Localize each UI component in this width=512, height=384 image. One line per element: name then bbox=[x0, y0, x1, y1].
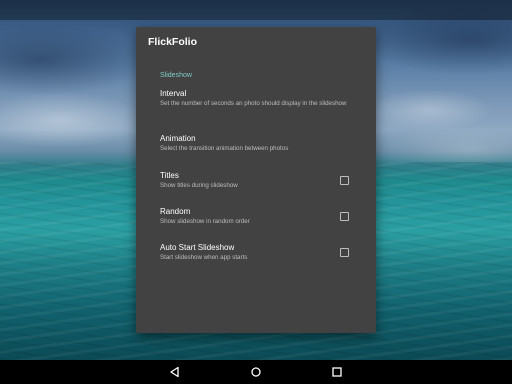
pref-auto-start-summary: Start slideshow when app starts bbox=[160, 253, 248, 261]
recents-icon[interactable] bbox=[329, 364, 345, 380]
pref-interval-title: Interval bbox=[160, 89, 187, 98]
settings-dialog: FlickFolio Slideshow Interval Set the nu… bbox=[136, 27, 376, 333]
home-icon[interactable] bbox=[248, 364, 264, 380]
pref-auto-start-title: Auto Start Slideshow bbox=[160, 243, 235, 252]
pref-titles-summary: Show titles during slideshow bbox=[160, 181, 238, 189]
pref-titles-title: Titles bbox=[160, 171, 179, 180]
pref-random-title: Random bbox=[160, 207, 191, 216]
pref-random-summary: Show slideshow in random order bbox=[160, 217, 250, 225]
auto-start-checkbox[interactable] bbox=[340, 248, 349, 257]
section-header-slideshow: Slideshow bbox=[160, 72, 192, 79]
titles-checkbox[interactable] bbox=[340, 176, 349, 185]
pref-interval[interactable]: Interval Set the number of seconds an ph… bbox=[160, 89, 356, 108]
back-icon[interactable] bbox=[167, 364, 183, 380]
dialog-title: FlickFolio bbox=[148, 36, 198, 48]
pref-auto-start[interactable]: Auto Start Slideshow Start slideshow whe… bbox=[160, 243, 356, 262]
status-bar bbox=[0, 0, 512, 20]
pref-animation-title: Animation bbox=[160, 134, 196, 143]
screen: FlickFolio Slideshow Interval Set the nu… bbox=[0, 0, 512, 384]
pref-animation[interactable]: Animation Select the transition animatio… bbox=[160, 134, 356, 153]
pref-random[interactable]: Random Show slideshow in random order bbox=[160, 207, 356, 226]
pref-interval-summary: Set the number of seconds an photo shoul… bbox=[160, 99, 347, 107]
navigation-bar bbox=[0, 360, 512, 384]
pref-animation-summary: Select the transition animation between … bbox=[160, 144, 289, 152]
random-checkbox[interactable] bbox=[340, 212, 349, 221]
pref-titles[interactable]: Titles Show titles during slideshow bbox=[160, 171, 356, 190]
